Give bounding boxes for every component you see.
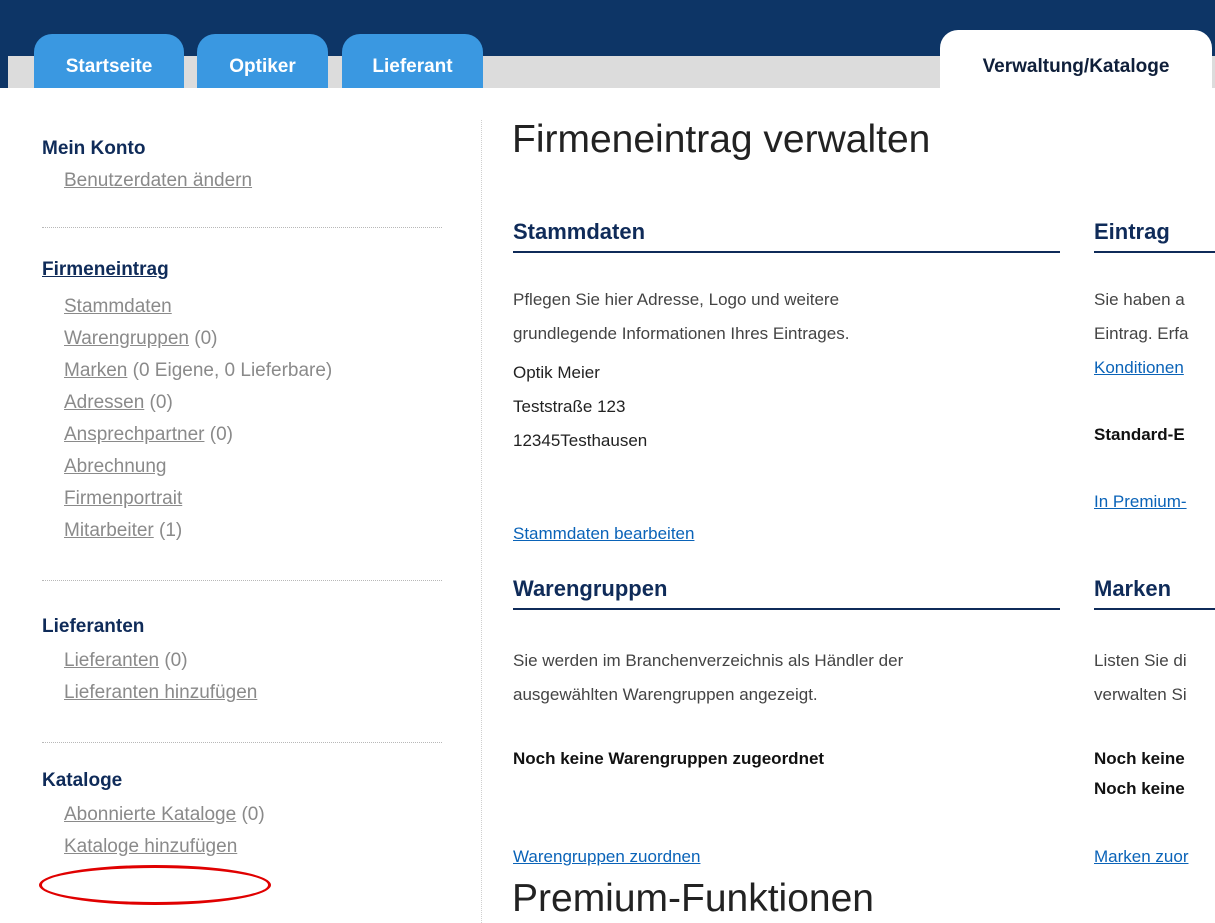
sidebar-section-title-lieferanten: Lieferanten: [42, 616, 145, 637]
section-title-eintrag: Eintrag: [1094, 219, 1215, 253]
marken-description-line1: Listen Sie di: [1094, 651, 1187, 670]
sidebar-section-title-firmeneintrag[interactable]: Firmeneintrag: [42, 259, 442, 281]
page-title: Firmeneintrag verwalten: [512, 118, 931, 161]
divider: [42, 227, 442, 228]
address-company-name: Optik Meier: [513, 363, 600, 382]
sidebar-link-ansprechpartner[interactable]: Ansprechpartner: [64, 424, 204, 445]
sidebar-count-ansprechpartner: (0): [204, 424, 233, 445]
stammdaten-description-line2: grundlegende Informationen Ihres Eintrag…: [513, 324, 850, 343]
tab-optiker[interactable]: Optiker: [197, 34, 328, 88]
marken-status-line2: Noch keine: [1094, 779, 1185, 798]
in-premium-link[interactable]: In Premium-: [1094, 492, 1187, 512]
sidebar-item-marken: Marken (0 Eigene, 0 Lieferbare): [64, 355, 442, 387]
sidebar-item-lieferanten-hinzufuegen: Lieferanten hinzufügen: [64, 677, 442, 709]
sidebar-count-warengruppen: (0): [188, 328, 218, 349]
section-title-warengruppen: Warengruppen: [513, 576, 1060, 610]
section-title-stammdaten: Stammdaten: [513, 219, 1060, 253]
sidebar-item-benutzerdaten: Benutzerdaten ändern: [64, 165, 442, 197]
stammdaten-description-line1: Pflegen Sie hier Adresse, Logo und weite…: [513, 290, 840, 309]
sidebar-link-abrechnung[interactable]: Abrechnung: [64, 456, 166, 477]
sidebar-link-warengruppen[interactable]: Warengruppen: [64, 328, 189, 349]
sidebar-link-lieferanten-hinzufuegen[interactable]: Lieferanten hinzufügen: [64, 682, 257, 703]
sidebar-count-abonnierte-kataloge: (0): [236, 804, 265, 825]
sidebar-section-title-mein-konto: Mein Konto: [42, 138, 146, 159]
sidebar-count-mitarbeiter: (1): [153, 520, 183, 541]
sidebar-count-lieferanten: (0): [159, 650, 188, 671]
sidebar-divider: [481, 120, 482, 923]
sidebar-link-marken[interactable]: Marken: [64, 360, 127, 381]
marken-description-line2: verwalten Si: [1094, 685, 1187, 704]
eintrag-description-line2: Eintrag. Erfa: [1094, 324, 1189, 343]
section-title-marken: Marken: [1094, 576, 1215, 610]
warengruppen-description-line1: Sie werden im Branchenverzeichnis als Hä…: [513, 651, 904, 670]
sidebar-link-mitarbeiter[interactable]: Mitarbeiter: [64, 520, 154, 541]
sidebar-count-adressen: (0): [144, 392, 173, 413]
tab-lieferant[interactable]: Lieferant: [342, 34, 483, 88]
sidebar-item-mitarbeiter: Mitarbeiter (1): [64, 515, 442, 547]
sidebar-link-abonnierte-kataloge[interactable]: Abonnierte Kataloge: [64, 804, 236, 825]
sidebar-item-adressen: Adressen (0): [64, 387, 442, 419]
marken-status-line1: Noch keine: [1094, 749, 1185, 768]
right-column: Eintrag Sie haben a Eintrag. Erfa Kondit…: [1094, 200, 1215, 923]
sidebar-item-abrechnung: Abrechnung: [64, 451, 442, 483]
sidebar-item-firmenportrait: Firmenportrait: [64, 483, 442, 515]
sidebar-item-abonnierte-kataloge: Abonnierte Kataloge (0): [64, 799, 442, 831]
sidebar-link-kataloge-hinzufuegen[interactable]: Kataloge hinzufügen: [64, 836, 237, 857]
address-street: Teststraße 123: [513, 397, 626, 416]
sidebar-section-title-kataloge: Kataloge: [42, 770, 123, 791]
divider: [42, 580, 442, 581]
address-city: 12345Testhausen: [513, 431, 648, 450]
eintrag-standard-label: Standard-E: [1094, 425, 1185, 444]
highlight-circle-annotation: [39, 865, 271, 905]
sidebar: Mein Konto Benutzerdaten ändern Firmenei…: [42, 122, 442, 863]
stammdaten-bearbeiten-link[interactable]: Stammdaten bearbeiten: [513, 524, 694, 544]
sidebar-count-marken: (0 Eigene, 0 Lieferbare): [127, 360, 333, 381]
warengruppen-description-line2: ausgewählten Warengruppen angezeigt.: [513, 685, 818, 704]
marken-zuordnen-link[interactable]: Marken zuor: [1094, 847, 1188, 867]
konditionen-link[interactable]: Konditionen: [1094, 358, 1184, 378]
sidebar-item-stammdaten: Stammdaten: [64, 291, 442, 323]
sidebar-item-warengruppen: Warengruppen (0): [64, 323, 442, 355]
warengruppen-zuordnen-link[interactable]: Warengruppen zuordnen: [513, 847, 700, 867]
warengruppen-status: Noch keine Warengruppen zugeordnet: [513, 749, 825, 768]
sidebar-item-ansprechpartner: Ansprechpartner (0): [64, 419, 442, 451]
sidebar-item-lieferanten: Lieferanten (0): [64, 645, 442, 677]
divider: [42, 742, 442, 743]
sidebar-link-firmenportrait[interactable]: Firmenportrait: [64, 488, 182, 509]
sidebar-link-stammdaten[interactable]: Stammdaten: [64, 296, 172, 317]
section-title-premium-funktionen: Premium-Funktionen: [512, 877, 874, 920]
sidebar-item-kataloge-hinzufuegen: Kataloge hinzufügen: [64, 831, 442, 863]
sidebar-link-adressen[interactable]: Adressen: [64, 392, 144, 413]
tab-startseite[interactable]: Startseite: [34, 34, 184, 88]
tab-verwaltung-kataloge[interactable]: Verwaltung/Kataloge: [940, 30, 1212, 88]
sidebar-link-lieferanten[interactable]: Lieferanten: [64, 650, 159, 671]
eintrag-description-line1: Sie haben a: [1094, 290, 1185, 309]
sidebar-link-benutzerdaten-aendern[interactable]: Benutzerdaten ändern: [64, 170, 252, 191]
